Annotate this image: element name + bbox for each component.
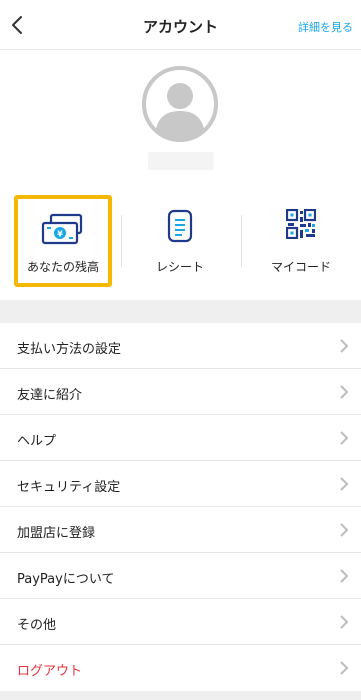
divider bbox=[241, 215, 242, 267]
receipt-shortcut-label: レシート bbox=[155, 260, 204, 274]
my-code-shortcut-button[interactable]: マイコード bbox=[251, 195, 351, 287]
avatar[interactable] bbox=[141, 65, 219, 143]
logout-label: ログアウト bbox=[17, 664, 83, 679]
chevron-right-icon bbox=[340, 661, 349, 675]
balance-shortcut-label: あなたの残高 bbox=[26, 260, 99, 274]
divider bbox=[121, 215, 122, 267]
receipt-shortcut-button[interactable]: レシート bbox=[130, 195, 230, 287]
chevron-right-icon bbox=[340, 615, 349, 629]
menu-item-label: セキュリティ設定 bbox=[17, 480, 121, 495]
menu-item-label: その他 bbox=[17, 618, 57, 633]
my-code-shortcut-label: マイコード bbox=[270, 260, 331, 274]
menu-item-label: 友達に紹介 bbox=[17, 388, 83, 403]
profile-section: ¥ あなたの残高 レシート マイコード bbox=[0, 50, 361, 300]
settings-menu: 支払い方法の設定 友達に紹介 ヘルプ セキュリティ設定 加盟店に登録 PayPa… bbox=[0, 323, 361, 691]
menu-item-about-paypay[interactable]: PayPayについて bbox=[0, 553, 361, 599]
chevron-right-icon bbox=[340, 569, 349, 583]
menu-item-label: 加盟店に登録 bbox=[17, 526, 96, 541]
menu-item-security-settings[interactable]: セキュリティ設定 bbox=[0, 461, 361, 507]
chevron-right-icon bbox=[340, 523, 349, 537]
navigation-bar: アカウント 詳細を見る bbox=[0, 0, 361, 50]
menu-item-payment-settings[interactable]: 支払い方法の設定 bbox=[0, 323, 361, 369]
menu-item-invite-friends[interactable]: 友達に紹介 bbox=[0, 369, 361, 415]
balance-shortcut-button[interactable]: ¥ あなたの残高 bbox=[14, 195, 112, 287]
user-name-blurred bbox=[148, 152, 214, 170]
menu-item-label: 支払い方法の設定 bbox=[17, 342, 122, 357]
menu-item-logout[interactable]: ログアウト bbox=[0, 645, 361, 691]
receipt-icon bbox=[167, 209, 193, 243]
menu-item-merchant-registration[interactable]: 加盟店に登録 bbox=[0, 507, 361, 553]
svg-text:¥: ¥ bbox=[57, 230, 63, 239]
chevron-right-icon bbox=[340, 477, 349, 491]
chevron-right-icon bbox=[340, 431, 349, 445]
menu-item-label: PayPayについて bbox=[17, 572, 115, 587]
qr-code-icon bbox=[286, 209, 316, 239]
menu-item-label: ヘルプ bbox=[17, 434, 57, 449]
wallet-money-icon: ¥ bbox=[41, 213, 83, 245]
chevron-right-icon bbox=[340, 339, 349, 353]
menu-item-other[interactable]: その他 bbox=[0, 599, 361, 645]
menu-item-help[interactable]: ヘルプ bbox=[0, 415, 361, 461]
chevron-right-icon bbox=[340, 385, 349, 399]
details-link[interactable]: 詳細を見る bbox=[298, 19, 353, 35]
